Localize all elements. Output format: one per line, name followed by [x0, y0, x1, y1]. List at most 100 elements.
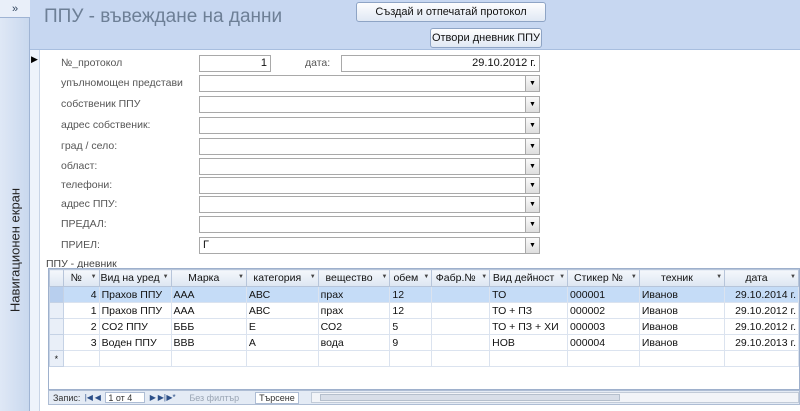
chevron-down-icon[interactable]: ▼	[525, 238, 539, 253]
row-selector[interactable]	[49, 334, 64, 351]
table-cell[interactable]: ВВВ	[170, 334, 247, 351]
table-cell[interactable]: Е	[245, 318, 319, 335]
table-cell[interactable]: 000003	[567, 318, 640, 335]
table-cell[interactable]: А	[245, 334, 319, 351]
new-record-row[interactable]: *	[49, 350, 799, 367]
table-cell[interactable]: 29.10.2013 г.	[724, 334, 799, 351]
chevron-down-icon[interactable]: ▼	[525, 139, 539, 154]
table-cell[interactable]: CO2 ППУ	[98, 318, 172, 335]
table-cell[interactable]	[431, 318, 491, 335]
table-cell[interactable]: 29.10.2012 г.	[724, 302, 799, 319]
table-cell[interactable]	[98, 350, 172, 367]
table-cell[interactable]	[567, 350, 640, 367]
table-cell[interactable]	[431, 350, 491, 367]
table-row[interactable]: 3 Воден ППУ ВВВ А вода 9 НОВ 000004 Иван…	[49, 334, 799, 351]
table-cell[interactable]: 29.10.2014 г.	[724, 286, 799, 303]
table-row[interactable]: 1 Прахов ППУ ААА АВС прах 12 ТО + ПЗ 000…	[49, 302, 799, 319]
table-row[interactable]: 2 CO2 ППУ БББ Е СО2 5 ТО + ПЗ + ХИ 00000…	[49, 318, 799, 335]
table-row[interactable]: 4 Прахов ППУ ААА АВС прах 12 ТО 000001 И…	[49, 286, 799, 303]
table-cell[interactable]: Иванов	[638, 302, 726, 319]
open-journal-button[interactable]: Отвори дневник ППУ	[430, 28, 542, 48]
column-header[interactable]: Стикер № ▼	[567, 269, 640, 287]
table-cell[interactable]: СО2	[317, 318, 391, 335]
table-cell[interactable]: БББ	[170, 318, 247, 335]
table-cell[interactable]: 000002	[567, 302, 640, 319]
table-cell[interactable]: ТО	[489, 286, 569, 303]
chevron-down-icon[interactable]: ▼	[381, 274, 387, 280]
table-cell[interactable]: 5	[389, 318, 433, 335]
column-header[interactable]: Вид на уред ▼	[98, 269, 172, 287]
table-cell[interactable]: 1	[62, 302, 100, 319]
column-header[interactable]: техник ▼	[638, 269, 726, 287]
table-cell[interactable]	[389, 350, 433, 367]
chevron-down-icon[interactable]: ▼	[423, 274, 429, 280]
chevron-down-icon[interactable]: ▼	[163, 274, 169, 280]
table-cell[interactable]: вода	[317, 334, 391, 351]
scrollbar-thumb[interactable]	[320, 394, 621, 401]
table-cell[interactable]: АВС	[245, 286, 319, 303]
table-cell[interactable]: 12	[389, 302, 433, 319]
table-cell[interactable]: 4	[62, 286, 100, 303]
table-cell[interactable]	[170, 350, 247, 367]
column-header[interactable]: Фабр.№ ▼	[431, 269, 491, 287]
table-cell[interactable]: 000001	[567, 286, 640, 303]
table-cell[interactable]	[245, 350, 319, 367]
protocol-no-input[interactable]: 1	[199, 55, 271, 72]
column-header[interactable]: вещество ▼	[317, 269, 391, 287]
record-selector[interactable]: ▶	[30, 50, 40, 411]
table-cell[interactable]: ТО + ПЗ	[489, 302, 569, 319]
table-cell[interactable]: 29.10.2012 г.	[724, 318, 799, 335]
new-record-nav-icon[interactable]: ▶*	[166, 393, 175, 402]
table-cell[interactable]: 3	[62, 334, 100, 351]
navigation-pane[interactable]: » Навигационен екран	[0, 0, 30, 411]
chevron-down-icon[interactable]: ▼	[790, 274, 796, 280]
new-record-icon[interactable]: *	[49, 350, 64, 367]
chevron-down-icon[interactable]: ▼	[559, 274, 565, 280]
column-header[interactable]: Вид дейност ▼	[489, 269, 569, 287]
table-cell[interactable]	[62, 350, 100, 367]
record-position-input[interactable]: 1 от 4	[105, 392, 146, 403]
chevron-down-icon[interactable]: ▼	[91, 274, 97, 280]
first-record-icon[interactable]: |◀	[84, 393, 93, 402]
table-cell[interactable]	[724, 350, 799, 367]
ppu-address-combo[interactable]: ▼	[199, 196, 540, 213]
column-header[interactable]: категория ▼	[245, 269, 319, 287]
chevron-down-icon[interactable]: ▼	[631, 274, 637, 280]
next-record-icon[interactable]: ▶	[148, 393, 157, 402]
journal-subform-grid[interactable]: № ▼ Вид на уред ▼ Марка ▼ категория ▼ вещест…	[48, 268, 800, 390]
chevron-down-icon[interactable]: ▼	[238, 274, 244, 280]
table-cell[interactable]: ТО + ПЗ + ХИ	[489, 318, 569, 335]
column-header[interactable]: № ▼	[62, 269, 100, 287]
date-input[interactable]: 29.10.2012 г.	[341, 55, 540, 72]
region-combo[interactable]: ▼	[199, 158, 540, 175]
row-selector[interactable]	[49, 302, 64, 319]
create-print-protocol-button[interactable]: Създай и отпечатай протокол	[356, 2, 546, 22]
chevron-down-icon[interactable]: ▼	[525, 159, 539, 174]
chevron-down-icon[interactable]: ▼	[525, 118, 539, 133]
chevron-down-icon[interactable]: ▼	[525, 97, 539, 112]
table-cell[interactable]	[431, 302, 491, 319]
table-cell[interactable]: АВС	[245, 302, 319, 319]
phones-combo[interactable]: ▼	[199, 177, 540, 194]
table-cell[interactable]: прах	[317, 302, 391, 319]
row-selector[interactable]	[49, 318, 64, 335]
owner-address-combo[interactable]: ▼	[199, 117, 540, 134]
table-cell[interactable]: 000004	[567, 334, 640, 351]
previous-record-icon[interactable]: ◀	[93, 393, 102, 402]
chevron-down-icon[interactable]: ▼	[481, 274, 487, 280]
table-cell[interactable]: 9	[389, 334, 433, 351]
chevron-down-icon[interactable]: ▼	[310, 274, 316, 280]
table-cell[interactable]	[638, 350, 726, 367]
handed-over-combo[interactable]: ▼	[199, 216, 540, 233]
column-header[interactable]: обем ▼	[389, 269, 433, 287]
representative-combo[interactable]: ▼	[199, 75, 540, 92]
navigation-pane-label[interactable]: Навигационен екран	[8, 188, 23, 312]
table-cell[interactable]	[431, 334, 491, 351]
nav-pane-toggle-icon[interactable]: »	[0, 0, 30, 18]
chevron-down-icon[interactable]: ▼	[525, 197, 539, 212]
chevron-down-icon[interactable]: ▼	[525, 76, 539, 91]
last-record-icon[interactable]: ▶|	[157, 393, 166, 402]
column-header[interactable]: Марка ▼	[170, 269, 247, 287]
filter-indicator[interactable]: Без филтър	[189, 393, 239, 403]
row-selector[interactable]	[49, 286, 64, 303]
